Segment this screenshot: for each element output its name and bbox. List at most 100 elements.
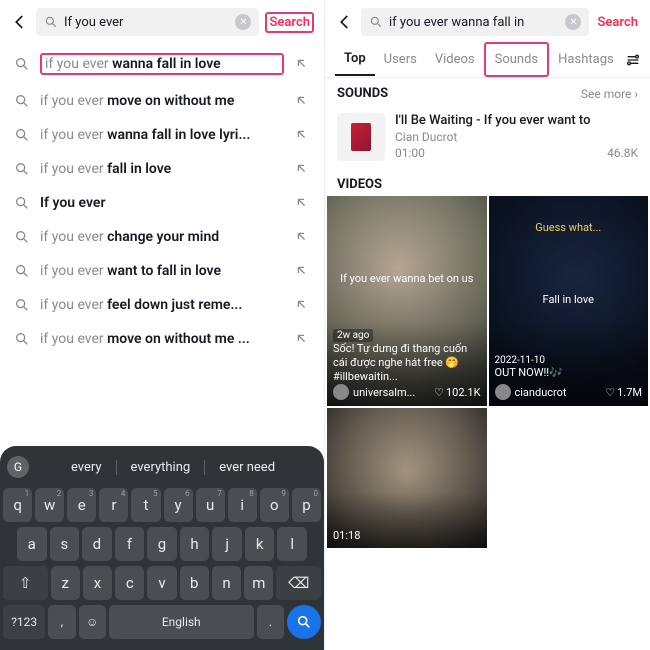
suggestion-list: if you ever wanna fall in loveif you eve… <box>0 42 324 358</box>
search-input-text: if you ever wanna fall in <box>389 15 559 30</box>
clear-input-icon[interactable]: ✕ <box>235 14 251 30</box>
shift-key[interactable]: ⇧ <box>3 566 48 600</box>
key-o[interactable]: o9 <box>260 488 289 522</box>
search-box[interactable]: If you ever ✕ <box>36 8 259 36</box>
grammarly-icon[interactable]: G <box>7 456 29 478</box>
sound-title: I'll Be Waiting - If you ever want to <box>395 113 638 128</box>
keyboard-suggestion[interactable]: ever need <box>205 460 289 475</box>
keyboard-suggestion[interactable]: everything <box>117 460 206 475</box>
key-w[interactable]: w2 <box>35 488 64 522</box>
filter-icon[interactable] <box>623 46 643 74</box>
keyboard-suggestion[interactable]: every <box>57 460 117 475</box>
video-card[interactable]: Guess what... Fall in love 2022-11-10 OU… <box>489 196 649 406</box>
keyboard[interactable]: G everyeverythingever need q1w2e3r4t5y6u… <box>0 446 324 650</box>
avatar <box>495 384 511 400</box>
insert-arrow-icon[interactable] <box>294 229 310 245</box>
key-z[interactable]: z <box>51 566 80 600</box>
tab-hashtags[interactable]: Hashtags <box>549 44 623 75</box>
key-u[interactable]: u7 <box>196 488 225 522</box>
insert-arrow-icon[interactable] <box>294 161 310 177</box>
insert-arrow-icon[interactable] <box>294 263 310 279</box>
back-button[interactable] <box>335 12 355 32</box>
suggestion-item[interactable]: if you ever want to fall in love <box>0 254 324 288</box>
key-m[interactable]: m <box>244 566 273 600</box>
suggestion-item[interactable]: if you ever wanna fall in love <box>0 44 324 84</box>
video-age: 2w ago <box>333 329 373 342</box>
key-g[interactable]: g <box>147 527 177 561</box>
key-s[interactable]: s <box>50 527 80 561</box>
suggestion-item[interactable]: if you ever change your mind <box>0 220 324 254</box>
sounds-section-title: SOUNDS <box>337 86 388 101</box>
backspace-key[interactable]: ⌫ <box>276 566 321 600</box>
key-k[interactable]: k <box>245 527 275 561</box>
like-count: ♡ 1.7M <box>605 386 642 399</box>
sound-plays: 46.8K <box>607 146 638 160</box>
key-i[interactable]: i8 <box>228 488 257 522</box>
suggestion-item[interactable]: if you ever feel down just reme... <box>0 288 324 322</box>
spacebar[interactable]: English <box>109 605 254 639</box>
key-j[interactable]: j <box>212 527 242 561</box>
key-d[interactable]: d <box>82 527 112 561</box>
insert-arrow-icon[interactable] <box>294 331 310 347</box>
key-h[interactable]: h <box>180 527 210 561</box>
sound-result[interactable]: I'll Be Waiting - If you ever want to Ci… <box>325 105 650 169</box>
like-count: ♡ 102.1K <box>434 386 480 399</box>
search-enter-key[interactable] <box>287 605 321 639</box>
key-l[interactable]: l <box>277 527 307 561</box>
key-p[interactable]: p0 <box>292 488 321 522</box>
key-e[interactable]: e3 <box>67 488 96 522</box>
search-header: If you ever ✕ Search <box>0 0 324 42</box>
result-tabs: TopUsersVideosSoundsHashtags <box>325 42 650 78</box>
video-user: cianducrot <box>515 386 602 399</box>
search-input-text: If you ever <box>64 15 229 30</box>
insert-arrow-icon[interactable] <box>294 56 310 72</box>
key-r[interactable]: r4 <box>99 488 128 522</box>
suggestion-item[interactable]: if you ever fall in love <box>0 152 324 186</box>
see-more-link[interactable]: See more › <box>581 87 638 101</box>
tab-top[interactable]: Top <box>335 43 375 76</box>
insert-arrow-icon[interactable] <box>294 195 310 211</box>
video-user: universalm... <box>353 386 430 399</box>
search-button[interactable]: Search <box>595 13 640 32</box>
suggestion-item[interactable]: If you ever <box>0 186 324 220</box>
insert-arrow-icon[interactable] <box>294 93 310 109</box>
video-grid: If you ever wanna bet on us 2w ago Sốc! … <box>325 196 650 548</box>
insert-arrow-icon[interactable] <box>294 297 310 313</box>
key-t[interactable]: t5 <box>131 488 160 522</box>
key-x[interactable]: x <box>83 566 112 600</box>
key-n[interactable]: n <box>212 566 241 600</box>
emoji-key[interactable]: ☺ <box>79 605 106 639</box>
suggestion-item[interactable]: if you ever move on without me <box>0 84 324 118</box>
sound-duration: 01:00 <box>395 146 425 160</box>
video-overlay-text: Guess what... <box>489 221 649 234</box>
insert-arrow-icon[interactable] <box>294 127 310 143</box>
key-q[interactable]: q1 <box>3 488 32 522</box>
tab-users[interactable]: Users <box>375 44 426 75</box>
tab-videos[interactable]: Videos <box>426 44 484 75</box>
suggestion-item[interactable]: if you ever move on without me ... <box>0 322 324 356</box>
tab-sounds[interactable]: Sounds <box>484 42 550 77</box>
period-key[interactable]: . <box>257 605 284 639</box>
video-card[interactable]: If you ever wanna bet on us 2w ago Sốc! … <box>327 196 487 406</box>
avatar <box>333 384 349 400</box>
video-overlay-text: Fall in love <box>489 293 649 306</box>
key-f[interactable]: f <box>115 527 145 561</box>
key-c[interactable]: c <box>115 566 144 600</box>
comma-key[interactable]: , <box>48 605 75 639</box>
clear-input-icon[interactable]: ✕ <box>565 14 581 30</box>
video-card[interactable]: 01:18 <box>327 408 487 548</box>
suggestion-item[interactable]: if you ever wanna fall in love lyri... <box>0 118 324 152</box>
video-caption: Sốc! Tự dưng đi thang cuốn cái được nghe… <box>333 342 481 380</box>
key-a[interactable]: a <box>17 527 47 561</box>
video-caption: OUT NOW!!🎶 <box>495 366 643 380</box>
videos-section-title: VIDEOS <box>337 177 382 192</box>
search-box[interactable]: if you ever wanna fall in ✕ <box>361 8 589 36</box>
back-button[interactable] <box>10 12 30 32</box>
key-b[interactable]: b <box>180 566 209 600</box>
search-header: if you ever wanna fall in ✕ Search <box>325 0 650 42</box>
key-v[interactable]: v <box>147 566 176 600</box>
key-y[interactable]: y6 <box>164 488 193 522</box>
video-overlay-text: If you ever wanna bet on us <box>327 272 487 285</box>
search-button[interactable]: Search <box>265 12 314 33</box>
numeric-key[interactable]: ?123 <box>3 605 45 639</box>
